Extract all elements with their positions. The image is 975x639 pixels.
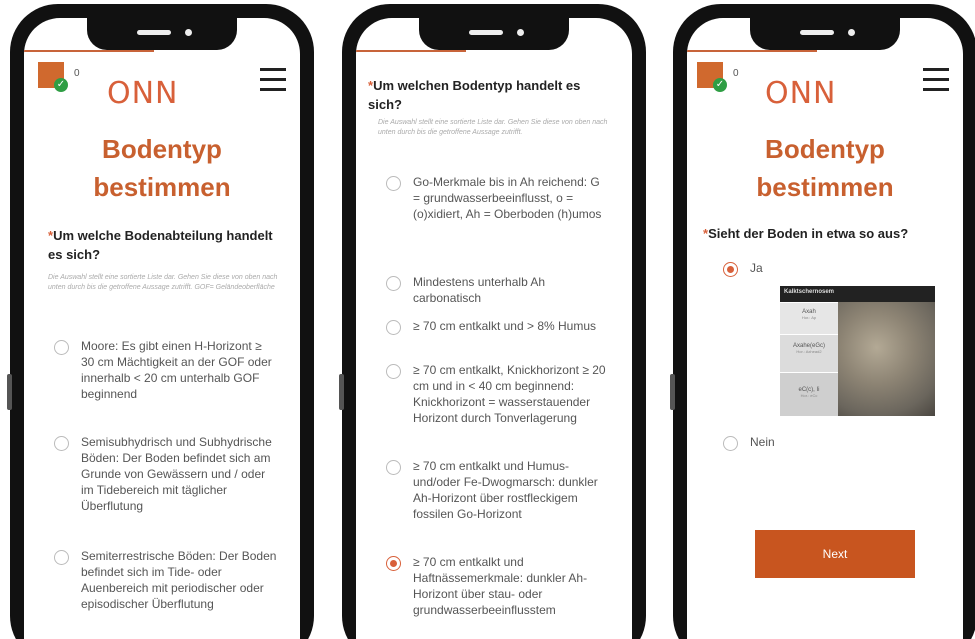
radio-button[interactable] (386, 364, 401, 379)
check-icon: ✓ (713, 78, 727, 92)
question-label: Sieht der Boden in etwa so aus? (708, 226, 909, 241)
radio-button[interactable] (386, 176, 401, 191)
radio-option[interactable]: Mindestens unterhalb Ah carbonatisch (386, 274, 610, 306)
question-text: *Um welche Bodenabteilung handelt es sic… (48, 226, 280, 264)
app-status-icon[interactable]: ✓ (38, 62, 68, 92)
phone-notch (750, 18, 900, 50)
notification-counter: 0 (74, 68, 80, 79)
progress-line (356, 50, 466, 52)
radio-option-selected[interactable]: ≥ 70 cm entkalkt und Haftnässemerkmale: … (386, 554, 610, 618)
phone-side-button (339, 374, 344, 410)
soil-layer-sub: Hor.: Ap (801, 315, 817, 320)
radio-button[interactable] (54, 550, 69, 565)
radio-option-label: ≥ 70 cm entkalkt und Haftnässemerkmale: … (413, 555, 588, 617)
page-title: Bodentyp bestimmen (24, 130, 300, 206)
app-status-icon[interactable]: ✓ (697, 62, 727, 92)
radio-option-label: Semiterrestrische Böden: Der Boden befin… (81, 549, 277, 611)
phone-frame-3: ✓ 0 ONN Bodentyp bestimmen *Sieht der Bo… (670, 4, 975, 639)
next-button[interactable]: Next (755, 530, 915, 578)
radio-option-label: ≥ 70 cm entkalkt und > 8% Humus (413, 319, 597, 333)
soil-layer-sub: Hor.: Axhead2 (796, 349, 822, 354)
radio-button[interactable] (54, 340, 69, 355)
phone-side-button (670, 374, 675, 410)
page-title-line-2: bestimmen (93, 172, 231, 202)
radio-option-label: ≥ 70 cm entkalkt, Knickhorizont ≥ 20 cm … (413, 363, 606, 425)
phone-notch (87, 18, 237, 50)
question-label: Um welchen Bodentyp handelt es sich? (368, 78, 581, 112)
phone-screen-3: ✓ 0 ONN Bodentyp bestimmen *Sieht der Bo… (687, 18, 963, 639)
radio-button-checked[interactable] (386, 556, 401, 571)
radio-button-checked[interactable] (723, 262, 738, 277)
progress-line (24, 50, 154, 52)
page-title: Bodentyp bestimmen (687, 130, 963, 206)
soil-layer: Axah Hor.: Ap (780, 302, 838, 334)
phone-side-button (7, 374, 12, 410)
page-title-line-2: bestimmen (756, 172, 894, 202)
hamburger-menu-icon[interactable] (923, 68, 949, 91)
soil-profile-image: Kalktschernosem Axah Hor.: Ap Axahe(eGc) H… (780, 286, 935, 416)
radio-option-label: Mindestens unterhalb Ah carbonatisch (413, 275, 546, 305)
page-title-line-1: Bodentyp (102, 134, 222, 164)
question-text: *Sieht der Boden in etwa so aus? (703, 224, 943, 243)
radio-option[interactable]: ≥ 70 cm entkalkt, Knickhorizont ≥ 20 cm … (386, 362, 610, 426)
radio-option[interactable]: Semisubhydrisch und Subhydrische Böden: … (54, 434, 278, 514)
question-hint: Die Auswahl stellt eine sortierte Liste … (378, 119, 608, 136)
radio-button[interactable] (723, 436, 738, 451)
page-title-line-1: Bodentyp (765, 134, 885, 164)
progress-line (687, 50, 817, 52)
radio-option-label: Go-Merkmale bis in Ah reichend: G = grun… (413, 175, 602, 221)
check-icon: ✓ (54, 78, 68, 92)
notification-counter: 0 (733, 68, 739, 79)
radio-option-label: Semisubhydrisch und Subhydrische Böden: … (81, 435, 272, 513)
radio-option[interactable]: Go-Merkmale bis in Ah reichend: G = grun… (386, 174, 610, 222)
radio-button[interactable] (54, 436, 69, 451)
phone-frame-2: *Um welchen Bodentyp handelt es sich? Di… (339, 4, 646, 639)
radio-button[interactable] (386, 460, 401, 475)
radio-option[interactable]: Moore: Es gibt einen H-Horizont ≥ 30 cm … (54, 338, 278, 402)
radio-option-no[interactable]: Nein (723, 434, 941, 451)
phone-screen-2: *Um welchen Bodentyp handelt es sich? Di… (356, 18, 632, 639)
hamburger-menu-icon[interactable] (260, 68, 286, 91)
radio-option[interactable]: ≥ 70 cm entkalkt und Humus- und/oder Fe-… (386, 458, 610, 522)
radio-option-label: Moore: Es gibt einen H-Horizont ≥ 30 cm … (81, 339, 272, 401)
question-hint: Die Auswahl stellt eine sortierte Liste … (48, 274, 278, 291)
soil-type-label: Kalktschernosem (784, 289, 835, 295)
radio-option-label: Nein (750, 435, 775, 449)
stage: ✓ 0 ONN Bodentyp bestimmen *Um welche Bo… (0, 0, 975, 639)
phone-notch (419, 18, 569, 50)
soil-photo (838, 302, 935, 416)
soil-layer: Axahe(eGc) Hor.: Axhead2 (780, 334, 838, 372)
onn-logo: ONN (765, 76, 837, 111)
radio-button[interactable] (386, 276, 401, 291)
radio-option-label: Ja (750, 261, 763, 275)
onn-logo: ONN (107, 76, 179, 111)
question-label: Um welche Bodenabteilung handelt es sich… (48, 228, 273, 262)
soil-layer: eC(c), Ii Hor.: eCc (780, 372, 838, 416)
phone-frame-1: ✓ 0 ONN Bodentyp bestimmen *Um welche Bo… (7, 4, 314, 639)
radio-option[interactable]: ≥ 70 cm entkalkt und > 8% Humus (386, 318, 610, 335)
phone-screen-1: ✓ 0 ONN Bodentyp bestimmen *Um welche Bo… (24, 18, 300, 639)
radio-option-yes[interactable]: Ja (723, 260, 941, 277)
question-text: *Um welchen Bodentyp handelt es sich? (368, 76, 612, 114)
soil-layer-sub: Hor.: eCc (800, 393, 818, 398)
radio-option-label: ≥ 70 cm entkalkt und Humus- und/oder Fe-… (413, 459, 598, 521)
radio-option[interactable]: Semiterrestrische Böden: Der Boden befin… (54, 548, 278, 612)
radio-button[interactable] (386, 320, 401, 335)
